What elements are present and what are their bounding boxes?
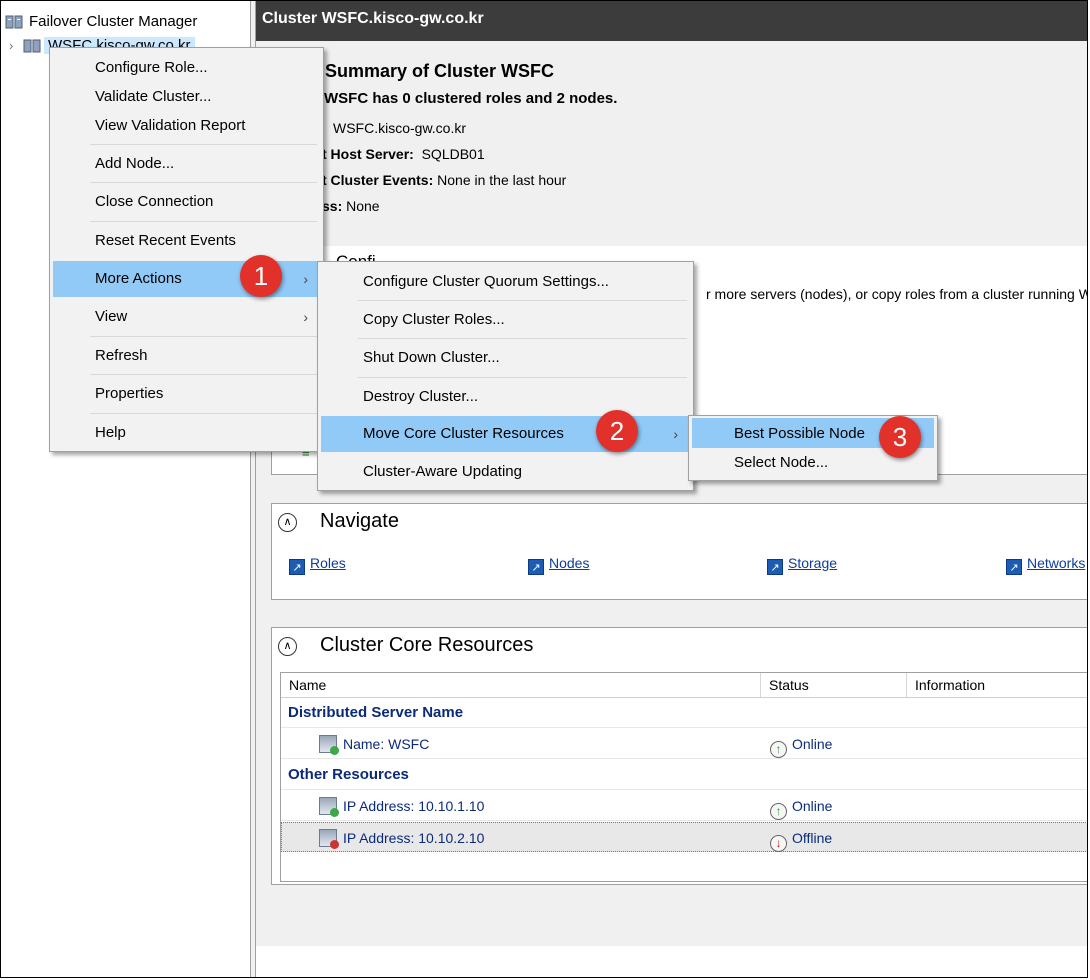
image-border <box>0 0 1088 978</box>
